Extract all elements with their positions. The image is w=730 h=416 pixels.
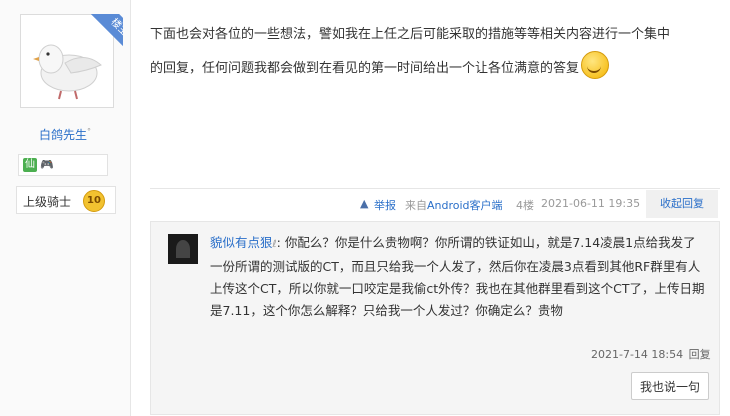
post-content: 下面也会对各位的一些想法，譬如我在上任之后可能采取的措施等等相关内容进行一个集中… [150, 0, 730, 416]
client-source: 来自Android客户端 [405, 197, 503, 213]
username[interactable]: 白鸽先生° [0, 126, 130, 143]
post-line-1: 下面也会对各位的一些想法，譬如我在上任之后可能采取的措施等等相关内容进行一个集中 [150, 27, 671, 42]
rank-level-badge: 10 [83, 190, 105, 212]
reply-timestamp: 2021-7-14 18:54 [591, 348, 684, 361]
reply-item: 貌似有点狠ℓ: 你配么？你是什么贵物啊？你所谓的铁证如山，就是7.14凌晨1点给… [210, 232, 708, 322]
gamepad-medal-icon[interactable]: 🎮 [40, 158, 54, 172]
post-meta-bar: ▲ 举报 来自Android客户端 4楼 2021-06-11 19:35 收起… [150, 188, 720, 219]
reply-text: : 你配么？你是什么贵物啊？你所谓的铁证如山，就是7.14凌晨1点给我发了一份所… [210, 235, 705, 318]
avatar[interactable]: 楼主 [20, 14, 123, 108]
report-link[interactable]: 举报 [374, 197, 396, 213]
username-text[interactable]: 白鸽先生 [39, 128, 87, 142]
post-line-2: 的回复，任何问题我都会做到在看见的第一时间给出一个让各位满意的答复 [150, 50, 710, 86]
collapse-replies-button[interactable]: 收起回复 [646, 190, 718, 218]
client-prefix: 来自 [405, 199, 427, 212]
report-icon[interactable]: ▲ [360, 197, 368, 210]
reply-panel: 貌似有点狠ℓ: 你配么？你是什么贵物啊？你所谓的铁证如山，就是7.14凌晨1点给… [150, 221, 720, 415]
reply-avatar[interactable] [168, 234, 198, 264]
medal-bar: 仙 🎮 [18, 154, 108, 176]
client-link[interactable]: Android客户端 [427, 199, 503, 212]
reply-meta: 2021-7-14 18:54 回复 [591, 346, 711, 362]
post-line-2-text: 的回复，任何问题我都会做到在看见的第一时间给出一个让各位满意的答复 [150, 61, 580, 76]
username-mark: ° [87, 127, 91, 136]
author-sidebar: 楼主 白鸽先生° 仙 🎮 上级骑士 10 [0, 0, 131, 416]
immortal-medal-icon[interactable]: 仙 [23, 158, 37, 172]
smiley-icon [581, 50, 610, 79]
post-body: 下面也会对各位的一些想法，譬如我在上任之后可能采取的措施等等相关内容进行一个集中… [150, 18, 710, 86]
owner-ribbon: 楼主 [89, 14, 123, 56]
floor-number: 4楼 [516, 199, 534, 212]
say-something-button[interactable]: 我也说一句 [631, 372, 709, 400]
reply-link[interactable]: 回复 [689, 348, 711, 361]
rank-label: 上级骑士 [23, 195, 72, 209]
reply-username[interactable]: 貌似有点狠 [210, 235, 273, 250]
post-timestamp: 2021-06-11 19:35 [541, 197, 641, 210]
rank-box: 上级骑士 10 [16, 186, 116, 214]
